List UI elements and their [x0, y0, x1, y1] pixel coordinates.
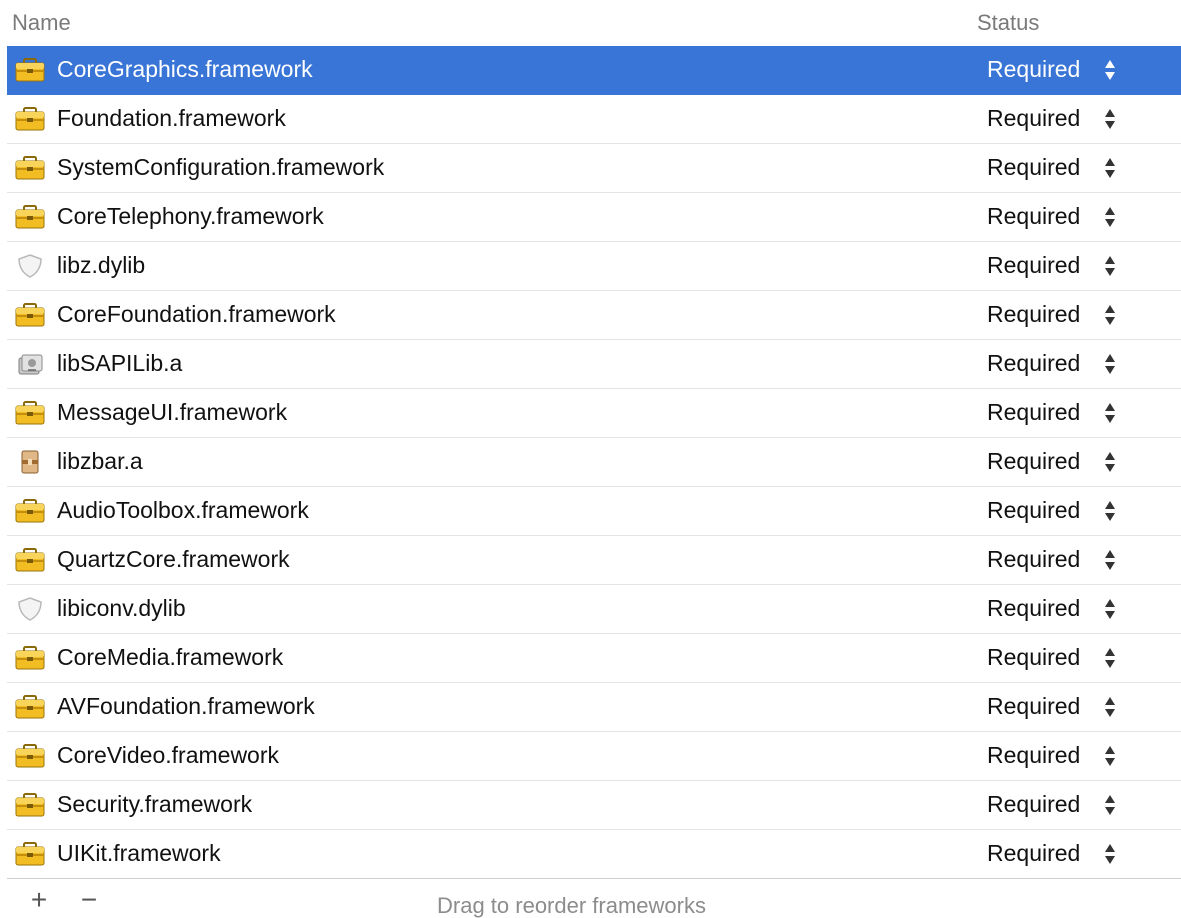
framework-name: CoreGraphics.framework — [57, 56, 313, 82]
updown-arrows-icon[interactable] — [1102, 156, 1118, 180]
updown-arrows-icon[interactable] — [1102, 499, 1118, 523]
updown-arrows-icon[interactable] — [1102, 597, 1118, 621]
frameworks-list: CoreGraphics.framework Required Foundation… — [7, 46, 1181, 879]
table-row[interactable]: CoreMedia.framework Required — [7, 634, 1181, 683]
status-select[interactable]: Required — [987, 791, 1080, 818]
table-row[interactable]: QuartzCore.framework Required — [7, 536, 1181, 585]
toolbox-icon — [15, 156, 45, 180]
updown-arrows-icon[interactable] — [1102, 352, 1118, 376]
toolbox-icon — [15, 695, 45, 719]
framework-name: libzbar.a — [57, 448, 143, 474]
framework-name: Foundation.framework — [57, 105, 286, 131]
archive-icon — [15, 450, 45, 474]
framework-name: AudioToolbox.framework — [57, 497, 309, 523]
framework-name: QuartzCore.framework — [57, 546, 290, 572]
toolbox-icon — [15, 58, 45, 82]
shield-icon — [15, 597, 45, 621]
table-row[interactable]: CoreGraphics.framework Required — [7, 46, 1181, 95]
add-framework-button[interactable]: + — [21, 885, 57, 915]
linked-frameworks-panel: Name Status CoreGraphics.framework Requir… — [0, 0, 1181, 918]
toolbox-icon — [15, 548, 45, 572]
toolbox-icon — [15, 744, 45, 768]
updown-arrows-icon[interactable] — [1102, 646, 1118, 670]
table-row[interactable]: AudioToolbox.framework Required — [7, 487, 1181, 536]
status-select[interactable]: Required — [987, 840, 1080, 867]
reorder-hint: Drag to reorder frameworks — [437, 893, 706, 918]
updown-arrows-icon[interactable] — [1102, 744, 1118, 768]
updown-arrows-icon[interactable] — [1102, 793, 1118, 817]
framework-name: MessageUI.framework — [57, 399, 288, 425]
updown-arrows-icon[interactable] — [1102, 450, 1118, 474]
toolbox-icon — [15, 107, 45, 131]
shield-icon — [15, 254, 45, 278]
status-select[interactable]: Required — [987, 448, 1080, 475]
framework-name: SystemConfiguration.framework — [57, 154, 385, 180]
remove-framework-button[interactable]: − — [71, 885, 107, 915]
table-footer: + − Drag to reorder frameworks — [7, 878, 1181, 918]
table-row[interactable]: libiconv.dylib Required — [7, 585, 1181, 634]
column-header-name[interactable]: Name — [12, 10, 71, 36]
status-select[interactable]: Required — [987, 154, 1080, 181]
status-select[interactable]: Required — [987, 56, 1080, 83]
table-row[interactable]: MessageUI.framework Required — [7, 389, 1181, 438]
toolbox-icon — [15, 401, 45, 425]
table-row[interactable]: Foundation.framework Required — [7, 95, 1181, 144]
toolbox-icon — [15, 499, 45, 523]
table-row[interactable]: SystemConfiguration.framework Required — [7, 144, 1181, 193]
status-select[interactable]: Required — [987, 644, 1080, 671]
updown-arrows-icon[interactable] — [1102, 695, 1118, 719]
toolbox-icon — [15, 205, 45, 229]
toolbox-icon — [15, 842, 45, 866]
updown-arrows-icon[interactable] — [1102, 205, 1118, 229]
framework-name: UIKit.framework — [57, 840, 221, 866]
status-select[interactable]: Required — [987, 350, 1080, 377]
framework-name: CoreMedia.framework — [57, 644, 284, 670]
status-select[interactable]: Required — [987, 595, 1080, 622]
framework-name: libiconv.dylib — [57, 595, 186, 621]
status-select[interactable]: Required — [987, 301, 1080, 328]
table-row[interactable]: libz.dylib Required — [7, 242, 1181, 291]
table-row[interactable]: CoreTelephony.framework Required — [7, 193, 1181, 242]
table-row[interactable]: AVFoundation.framework Required — [7, 683, 1181, 732]
framework-name: CoreTelephony.framework — [57, 203, 324, 229]
status-select[interactable]: Required — [987, 546, 1080, 573]
table-row[interactable]: CoreVideo.framework Required — [7, 732, 1181, 781]
status-select[interactable]: Required — [987, 252, 1080, 279]
table-row[interactable]: CoreFoundation.framework Required — [7, 291, 1181, 340]
updown-arrows-icon[interactable] — [1102, 401, 1118, 425]
toolbox-icon — [15, 303, 45, 327]
library-icon — [15, 352, 45, 376]
updown-arrows-icon[interactable] — [1102, 548, 1118, 572]
column-header-status[interactable]: Status — [977, 10, 1039, 36]
table-row[interactable]: libSAPILib.a Required — [7, 340, 1181, 389]
status-select[interactable]: Required — [987, 203, 1080, 230]
updown-arrows-icon[interactable] — [1102, 58, 1118, 82]
status-select[interactable]: Required — [987, 497, 1080, 524]
framework-name: Security.framework — [57, 791, 253, 817]
updown-arrows-icon[interactable] — [1102, 842, 1118, 866]
table-row[interactable]: Security.framework Required — [7, 781, 1181, 830]
table-header: Name Status — [0, 0, 1181, 44]
framework-name: libSAPILib.a — [57, 350, 183, 376]
toolbox-icon — [15, 793, 45, 817]
updown-arrows-icon[interactable] — [1102, 107, 1118, 131]
framework-name: CoreFoundation.framework — [57, 301, 336, 327]
framework-name: AVFoundation.framework — [57, 693, 315, 719]
status-select[interactable]: Required — [987, 399, 1080, 426]
framework-name: libz.dylib — [57, 252, 146, 278]
status-select[interactable]: Required — [987, 105, 1080, 132]
status-select[interactable]: Required — [987, 742, 1080, 769]
toolbox-icon — [15, 646, 45, 670]
table-row[interactable]: libzbar.a Required — [7, 438, 1181, 487]
framework-name: CoreVideo.framework — [57, 742, 280, 768]
updown-arrows-icon[interactable] — [1102, 254, 1118, 278]
table-row[interactable]: UIKit.framework Required — [7, 830, 1181, 879]
status-select[interactable]: Required — [987, 693, 1080, 720]
updown-arrows-icon[interactable] — [1102, 303, 1118, 327]
